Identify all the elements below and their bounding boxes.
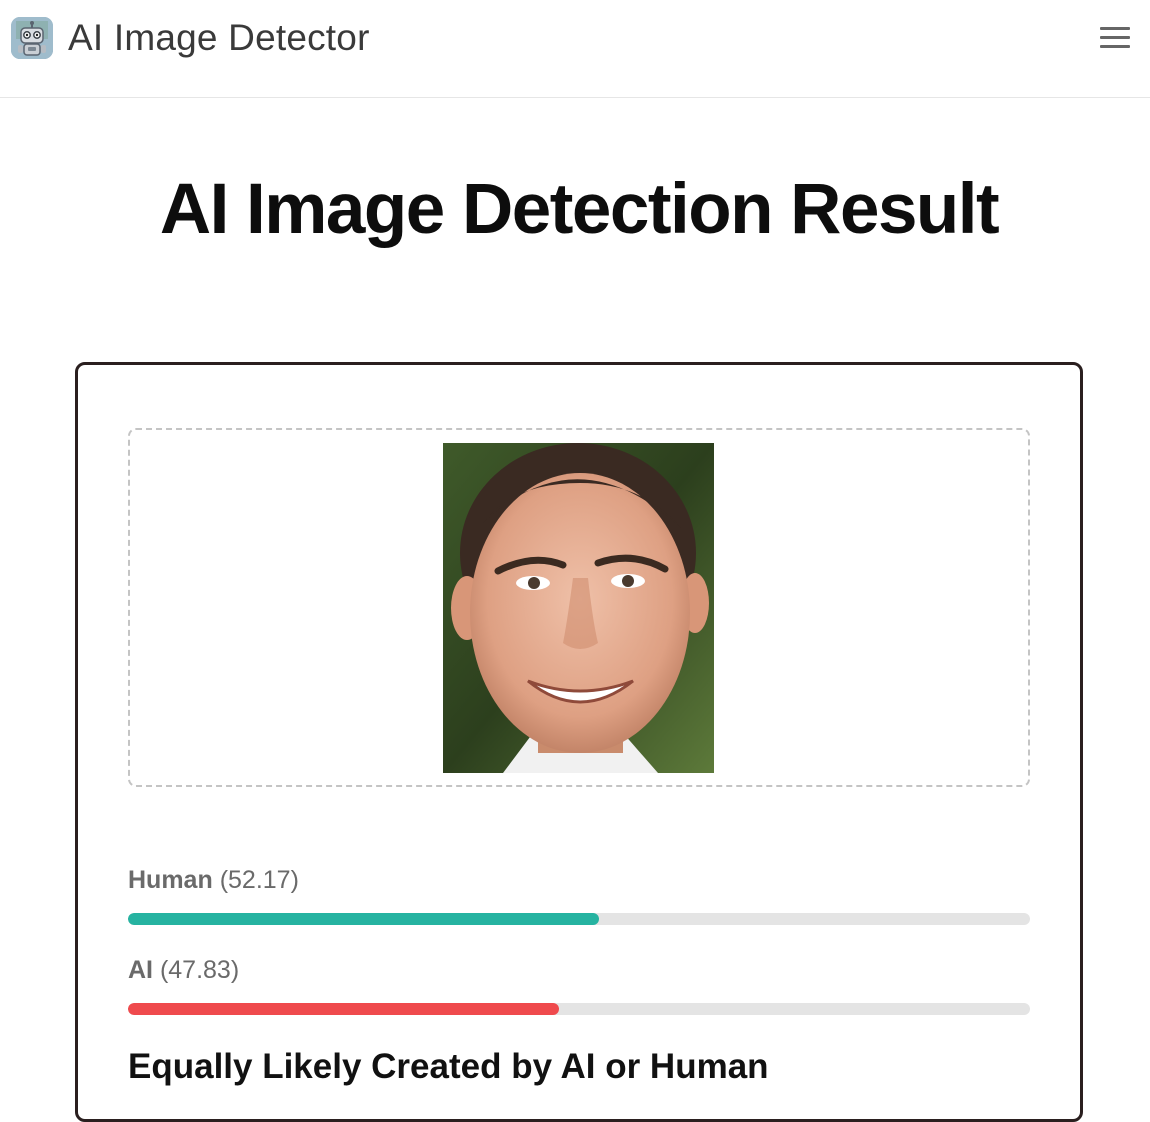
ai-result-label: AI (47.83) (128, 955, 239, 985)
menu-line (1100, 36, 1130, 39)
page-title: AI Image Detection Result (159, 170, 1000, 249)
ai-progress-bar (128, 1003, 1030, 1015)
ai-progress-fill (128, 1003, 560, 1015)
verdict-text: Equally Likely Created by AI or Human (128, 1047, 769, 1086)
top-navbar: AI Image Detector (0, 0, 1150, 98)
uploaded-photo (443, 443, 714, 773)
hamburger-menu-icon[interactable] (1098, 24, 1132, 52)
robot-icon[interactable] (11, 17, 53, 59)
app-name[interactable]: AI Image Detector (68, 16, 370, 60)
human-progress-bar (128, 913, 1030, 925)
menu-line (1100, 45, 1130, 48)
human-progress-fill (128, 913, 599, 925)
ai-score: (47.83) (159, 956, 240, 984)
menu-line (1100, 27, 1130, 30)
human-score: (52.17) (219, 866, 299, 894)
human-label: Human (128, 866, 213, 894)
ai-label: AI (128, 956, 153, 984)
human-result-label: Human (52.17) (128, 865, 299, 895)
